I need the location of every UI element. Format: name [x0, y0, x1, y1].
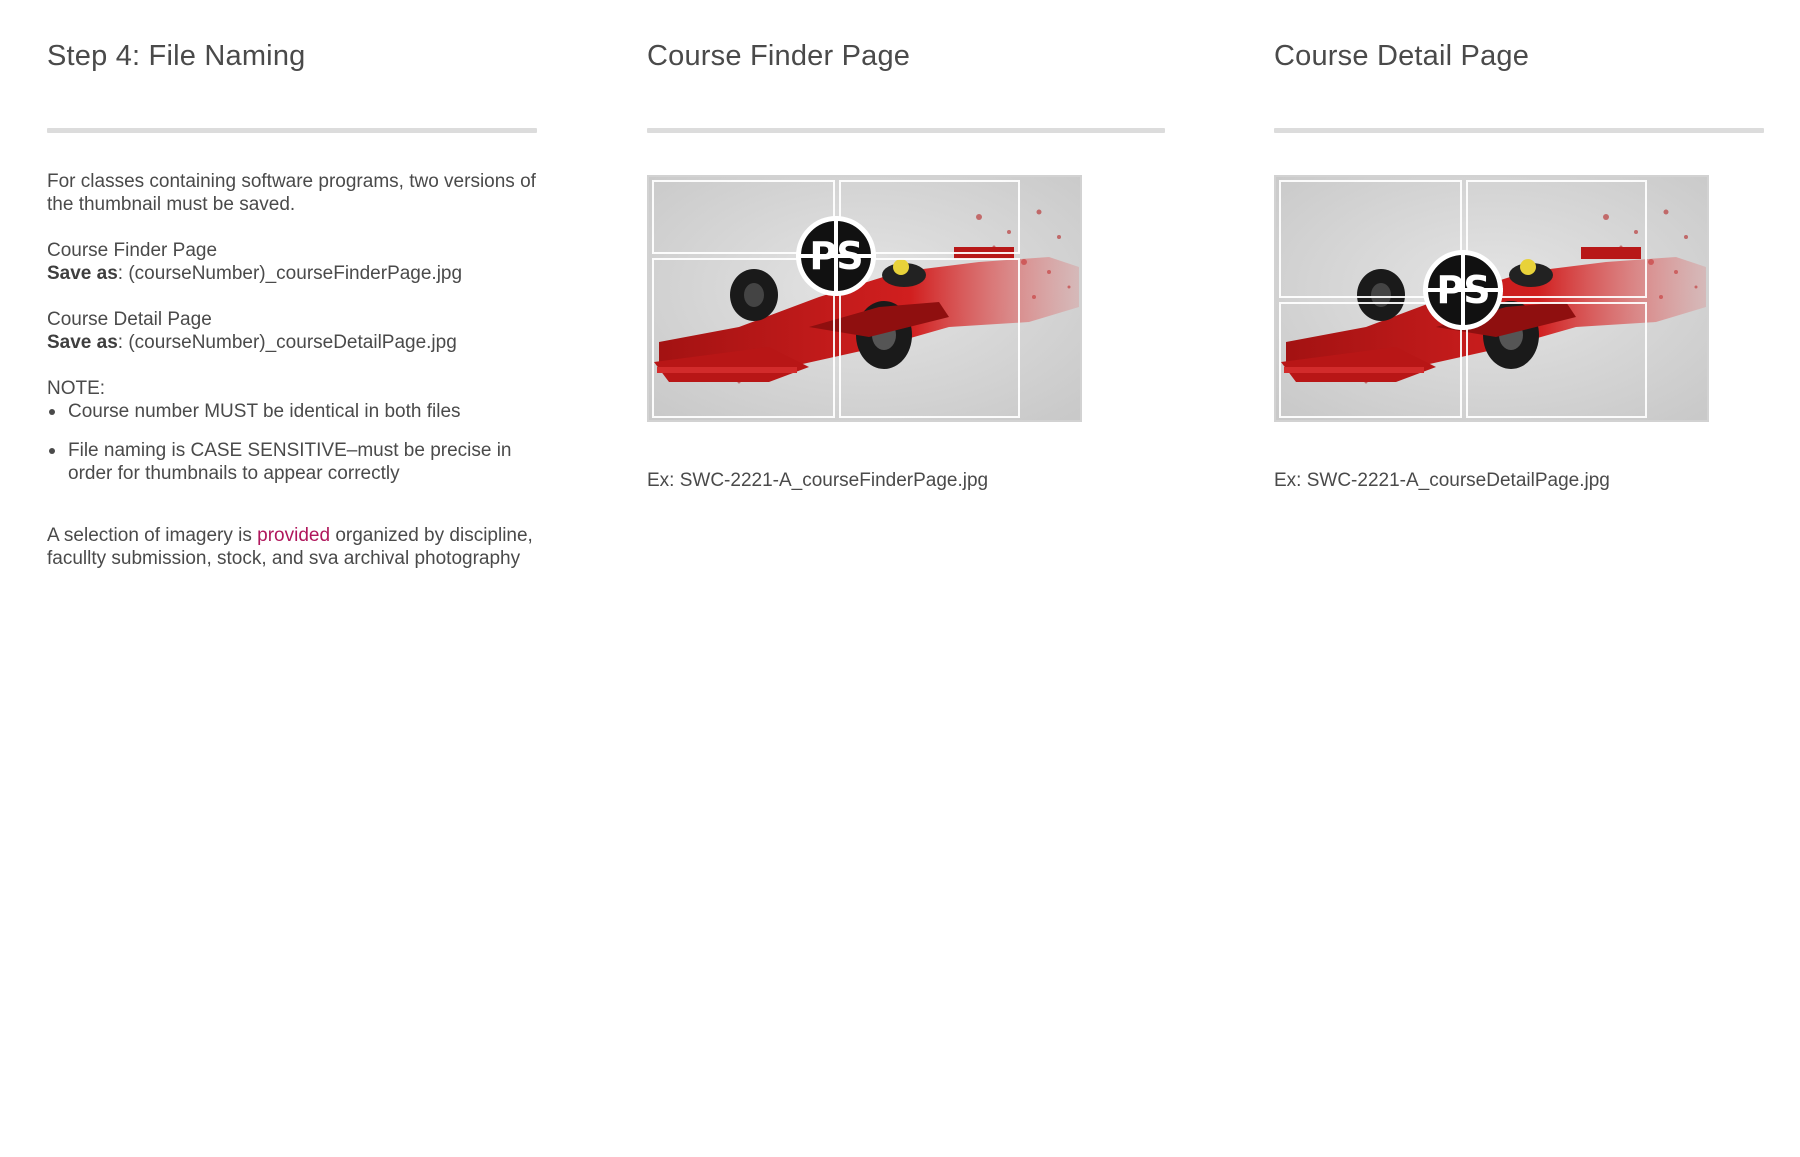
heading-divider	[1274, 128, 1764, 133]
heading-divider	[47, 128, 537, 133]
note-item: File naming is CASE SENSITIVE–must be pr…	[47, 439, 537, 485]
detail-save-block: Course Detail Page Save as: (courseNumbe…	[47, 308, 537, 354]
file-naming-instructions: For classes containing software programs…	[47, 170, 537, 593]
course-detail-heading: Course Detail Page	[1274, 40, 1530, 72]
selection-before: A selection of imagery is	[47, 525, 258, 546]
note-list: Course number MUST be identical in both …	[47, 400, 537, 485]
photoshop-badge-icon: PS	[796, 216, 876, 296]
detail-example-filename: Ex: SWC-2221-A_courseDetailPage.jpg	[1274, 470, 1610, 491]
finder-save-value: : (courseNumber)_courseFinderPage.jpg	[117, 263, 463, 284]
imagery-selection-text: A selection of imagery is provided organ…	[47, 524, 537, 570]
course-finder-heading: Course Finder Page	[647, 40, 911, 72]
finder-save-prefix: Save as	[47, 263, 118, 284]
heading-divider	[647, 128, 1165, 133]
badge-text: PS	[809, 234, 863, 278]
provided-link[interactable]: provided	[257, 525, 330, 546]
finder-example-filename: Ex: SWC-2221-A_courseFinderPage.jpg	[647, 470, 989, 491]
badge-text: PS	[1436, 268, 1490, 312]
detail-save-prefix: Save as	[47, 332, 118, 353]
course-finder-thumbnail: PS	[647, 175, 1082, 422]
detail-save-value: : (courseNumber)_courseDetailPage.jpg	[117, 332, 457, 353]
step-heading: Step 4: File Naming	[47, 40, 306, 72]
note-block: NOTE: Course number MUST be identical in…	[47, 377, 537, 485]
note-item: Course number MUST be identical in both …	[47, 400, 537, 423]
finder-save-block: Course Finder Page Save as: (courseNumbe…	[47, 239, 537, 285]
photoshop-badge-icon: PS	[1423, 250, 1503, 330]
intro-text: For classes containing software programs…	[47, 171, 536, 215]
detail-label: Course Detail Page	[47, 309, 212, 330]
finder-label: Course Finder Page	[47, 240, 218, 261]
course-detail-thumbnail: PS	[1274, 175, 1709, 422]
note-label: NOTE:	[47, 378, 106, 399]
